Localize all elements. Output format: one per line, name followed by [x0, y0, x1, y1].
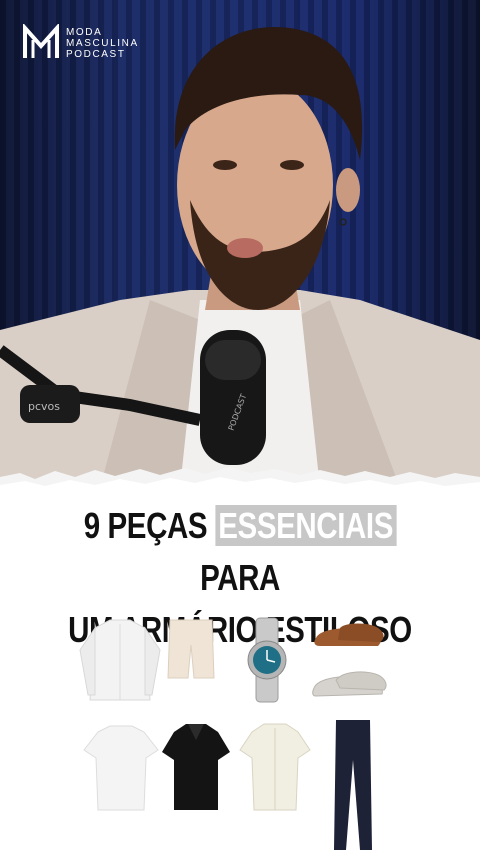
podcast-logo: MODA MASCULINA PODCAST — [22, 24, 139, 62]
logo-line-3: PODCAST — [66, 48, 126, 60]
video-frame: pcvos PODCAST MODA MASCULINA PODCAST — [0, 0, 480, 488]
clothing-items-grid — [79, 617, 387, 850]
mic-arm-label: pcvos — [28, 400, 60, 413]
title-line-1: 9 PEÇAS ESSENCIAIS PARA — [43, 500, 437, 604]
brown-loafers-image — [314, 623, 384, 646]
blue-dial-watch-image — [247, 617, 287, 703]
title-part-1: 9 PEÇAS — [83, 505, 208, 546]
logo-text: MODA MASCULINA PODCAST — [66, 27, 139, 60]
white-tshirt-image — [83, 725, 159, 811]
logo-line-2: MASCULINA — [66, 37, 139, 49]
black-polo-image — [162, 724, 230, 810]
navy-trousers-image — [334, 720, 372, 850]
cream-camp-shirt-image — [239, 723, 311, 811]
white-dress-shirt-image — [79, 619, 161, 701]
title-part-2: PARA — [200, 557, 280, 598]
microphone-icon: pcvos PODCAST — [0, 330, 266, 465]
grey-sneakers-image — [312, 671, 387, 697]
title-highlight: ESSENCIAIS — [214, 505, 397, 546]
logo-m-icon — [23, 24, 59, 58]
beige-shorts-image — [167, 619, 215, 679]
logo-line-1: MODA — [66, 26, 103, 38]
